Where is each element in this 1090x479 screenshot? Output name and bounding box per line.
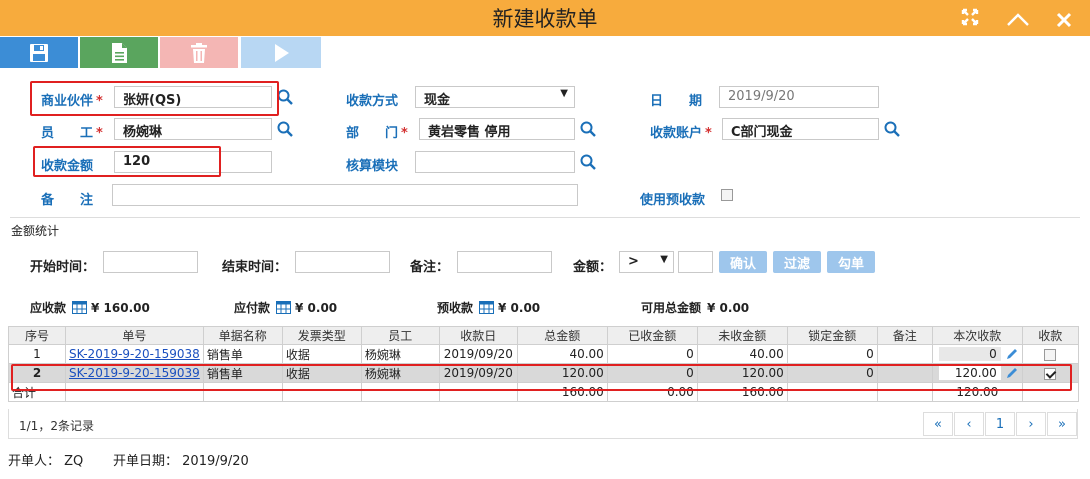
date-label: 日 期 (650, 94, 703, 109)
document-icon (112, 42, 127, 63)
expand-icon[interactable] (961, 7, 979, 31)
new-doc-button[interactable] (80, 37, 158, 68)
filter-remark-input[interactable] (457, 251, 552, 273)
close-icon[interactable] (1056, 9, 1072, 33)
start-time-input[interactable] (103, 251, 198, 273)
next-page-button[interactable]: › (1016, 412, 1046, 436)
module-search-icon[interactable] (580, 154, 596, 170)
toolbar (0, 37, 1090, 69)
method-select[interactable]: 现金 ▼ (415, 86, 575, 108)
confirm-button[interactable]: 确认 (719, 251, 767, 273)
col-header[interactable]: 已收金额 (606, 326, 698, 345)
col-header[interactable]: 员工 (360, 326, 440, 345)
start-time-label: 开始时间： (30, 260, 96, 275)
creator-info: 开单人： ZQ (8, 454, 84, 469)
pencil-icon[interactable] (1005, 347, 1019, 361)
play-icon (275, 43, 289, 62)
filter-amount-label: 金额： (573, 260, 613, 275)
table-header: 序号 单号 单据名称 发票类型 员工 收款日 总金额 已收金额 未收金额 锁定金… (8, 326, 1079, 345)
department-input[interactable]: 黄岩零售 停用 (419, 118, 575, 140)
employee-input[interactable]: 杨婉琳 (114, 118, 272, 140)
partner-highlight (30, 81, 279, 116)
use-prepay-checkbox[interactable] (721, 189, 733, 201)
order-link[interactable]: SK-2019-9-20-159038 (69, 347, 200, 361)
prepaid-stat: 预收款 ¥ 0.00 (437, 300, 541, 316)
collapse-icon[interactable] (1006, 8, 1030, 32)
table-icon[interactable] (72, 301, 88, 314)
col-header[interactable]: 总金额 (516, 326, 608, 345)
col-header[interactable]: 单据名称 (202, 326, 283, 345)
filter-amount-input[interactable] (678, 251, 713, 273)
use-prepay-label: 使用预收款 (640, 193, 706, 208)
col-header[interactable]: 收款 (1021, 326, 1079, 345)
col-header[interactable]: 备注 (876, 326, 933, 345)
col-header[interactable]: 锁定金额 (786, 326, 878, 345)
operator-select[interactable]: > ▼ (619, 251, 674, 273)
trash-icon (191, 42, 207, 63)
create-date-info: 开单日期： 2019/9/20 (113, 454, 249, 469)
col-header[interactable]: 本次收款 (931, 326, 1023, 345)
submit-button[interactable] (241, 37, 321, 68)
account-input[interactable]: C部门现金 (722, 118, 879, 140)
title-bar: 新建收款单 (0, 0, 1090, 36)
col-header[interactable]: 发票类型 (281, 326, 362, 345)
account-search-icon[interactable] (884, 121, 900, 137)
amount-highlight (33, 146, 221, 177)
department-label: 部 门 * (346, 126, 408, 141)
section-divider (10, 217, 1080, 218)
prev-page-button[interactable]: ‹ (954, 412, 984, 436)
check-button[interactable]: 勾单 (827, 251, 875, 273)
page-info: 1/1，2条记录 (19, 419, 94, 433)
delete-button[interactable] (160, 37, 238, 68)
row-checkbox[interactable] (1044, 348, 1057, 361)
page-number-button[interactable]: 1 (985, 412, 1015, 436)
receivable-stat: 应收款 ¥ 160.00 (30, 300, 150, 316)
module-label: 核算模块 (346, 159, 399, 174)
row-highlight (11, 364, 1072, 391)
remark-input[interactable] (112, 184, 578, 206)
date-input[interactable]: 2019/9/20 (719, 86, 879, 108)
window-title: 新建收款单 (492, 7, 598, 31)
col-header[interactable]: 收款日 (438, 326, 518, 345)
filter-button[interactable]: 过滤 (773, 251, 821, 273)
col-header[interactable]: 单号 (65, 326, 204, 345)
remark-label: 备 注 (41, 193, 94, 208)
method-label: 收款方式 (346, 94, 399, 109)
table-row[interactable]: 1 SK-2019-9-20-159038 销售单 收据 杨婉琳 2019/09… (8, 344, 1079, 364)
last-page-button[interactable]: » (1047, 412, 1077, 436)
end-time-input[interactable] (295, 251, 390, 273)
pagination: 1/1，2条记录 « ‹ 1 › » (8, 409, 1078, 439)
partner-search-icon[interactable] (277, 89, 293, 105)
section-title: 金额统计 (11, 224, 60, 238)
department-search-icon[interactable] (580, 121, 596, 137)
employee-label: 员 工 * (41, 126, 103, 141)
col-header[interactable]: 序号 (8, 326, 66, 345)
employee-search-icon[interactable] (277, 121, 293, 137)
end-time-label: 结束时间： (222, 260, 288, 275)
account-label: 收款账户 * (650, 126, 712, 141)
module-input[interactable] (415, 151, 575, 173)
table-icon[interactable] (276, 301, 292, 314)
available-stat: 可用总金额 ¥ 0.00 (641, 300, 750, 316)
table-icon[interactable] (479, 301, 495, 314)
save-icon (30, 43, 48, 62)
first-page-button[interactable]: « (923, 412, 953, 436)
this-amount-input[interactable]: 0 (938, 346, 1001, 361)
save-button[interactable] (0, 37, 78, 68)
payable-stat: 应付款 ¥ 0.00 (234, 300, 338, 316)
filter-remark-label: 备注： (410, 260, 450, 275)
col-header[interactable]: 未收金额 (696, 326, 788, 345)
